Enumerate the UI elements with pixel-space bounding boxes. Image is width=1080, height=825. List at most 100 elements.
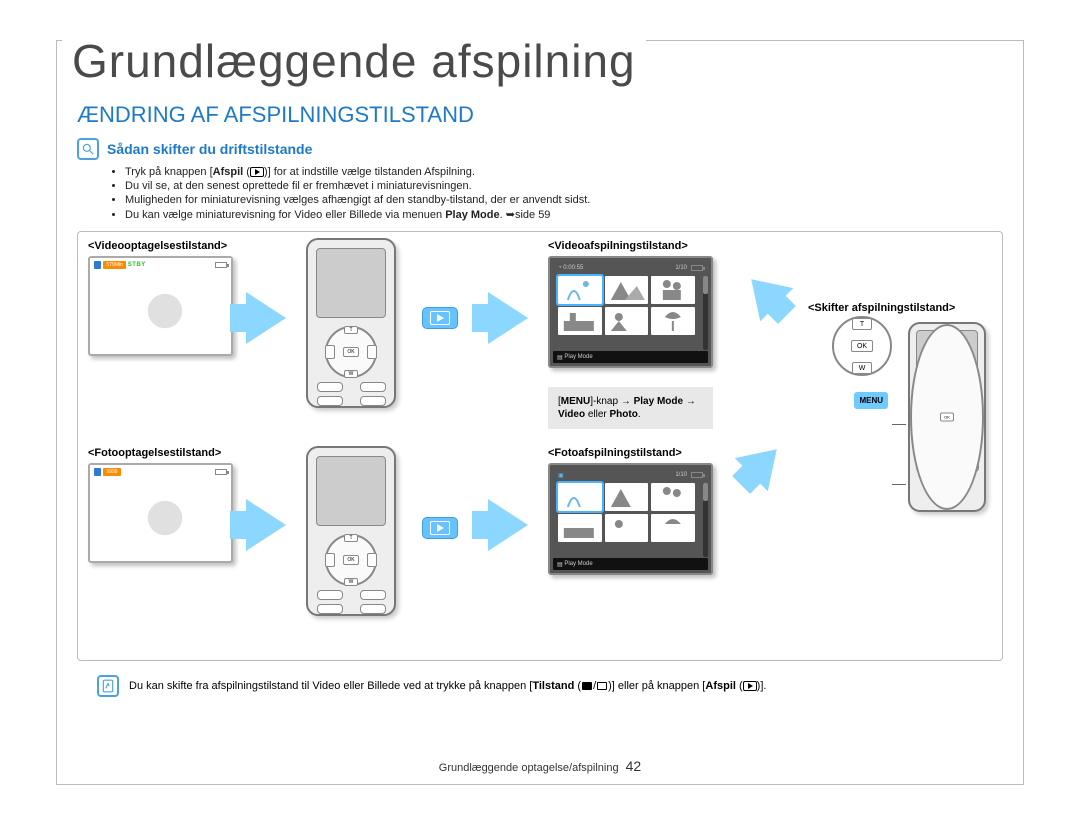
text: ( — [243, 166, 250, 178]
thumbnail — [651, 307, 695, 335]
thumbnail — [558, 276, 602, 304]
photo-mode-icon — [597, 682, 607, 690]
device-button — [360, 604, 386, 614]
menu-icon: ▤ — [557, 561, 563, 568]
video-rec-label: <Videooptagelsestilstand> — [88, 240, 233, 252]
thumbnail — [651, 276, 695, 304]
menu-note: [MENU]-knap Play Mode Video eller Photo. — [548, 387, 713, 429]
text: ( — [574, 680, 581, 692]
video-play-label: <Videoafspilningstilstand> — [548, 240, 713, 252]
footer-text: Grundlæggende optagelse/afspilning — [439, 762, 619, 774]
thumbnail — [651, 483, 695, 511]
thumbnail — [558, 514, 602, 542]
thumbnail — [605, 307, 649, 335]
magnify-icon — [77, 138, 99, 160]
text: )] eller på knappen [ — [608, 680, 705, 692]
text-bold: Tilstand — [532, 680, 574, 692]
device-screen — [316, 248, 386, 318]
arrow-right-icon — [246, 292, 286, 344]
device-illustration: T W OK — [306, 446, 396, 616]
leader-line — [892, 424, 906, 425]
list-item: Du kan vælge miniaturevisning for Video … — [125, 208, 1003, 221]
leader-line — [892, 484, 906, 485]
video-thumb-screen: ◔ 0:00:55 1/10 ▤ Play Mode — [548, 256, 713, 368]
device-button — [317, 590, 343, 600]
menu-icon: ▤ — [557, 354, 563, 361]
dpad-left — [325, 553, 335, 567]
text-bold: Play Mode — [445, 209, 499, 221]
device-button — [360, 396, 386, 406]
battery-icon — [691, 472, 703, 478]
page-indicator: 1/10 — [675, 472, 687, 478]
battery-icon — [691, 265, 703, 271]
dpad-ok-label: OK — [851, 340, 873, 352]
device-button — [317, 396, 343, 406]
dpad-down-label: W — [852, 362, 872, 374]
device-button — [317, 382, 343, 392]
dpad-callout: T OK W — [832, 316, 892, 376]
bottom-bar-text: Play Mode — [564, 561, 592, 567]
list-item: Muligheden for miniaturevisning vælges a… — [125, 194, 1003, 206]
dpad-up: T — [344, 534, 358, 542]
dpad-ok: OK — [343, 555, 359, 565]
foto-play-label: <Fotoafspilningstilstand> — [548, 447, 713, 459]
arrow-icon — [686, 395, 696, 408]
arrow-right-icon — [488, 499, 528, 551]
dpad: T W OK — [325, 326, 377, 378]
timestamp: 0:00:55 — [563, 265, 583, 271]
dpad-up: T — [344, 326, 358, 334]
thumbnail — [605, 276, 649, 304]
device-button — [317, 604, 343, 614]
device-button — [360, 382, 386, 392]
page-indicator: 1/10 — [675, 265, 687, 271]
text: )] for at indstille vælge tilstanden Afs… — [264, 166, 475, 178]
arrow-icon — [621, 395, 631, 408]
scrollbar — [703, 276, 708, 350]
dpad-ok: OK — [343, 347, 359, 357]
footnote: Du kan skifte fra afspilningstilstand ti… — [77, 675, 1003, 697]
clock-icon: ◔ — [558, 265, 562, 271]
text-bold: Photo — [610, 409, 638, 420]
text: )]. — [757, 680, 767, 692]
video-mode-icon — [582, 682, 592, 690]
text: Du kan skifte fra afspilningstilstand ti… — [129, 680, 532, 692]
bottom-bar-text: Play Mode — [564, 354, 592, 360]
photo-icon: ▣ — [558, 472, 564, 479]
arrow-up-icon — [735, 263, 794, 322]
thumbnail — [651, 514, 695, 542]
text: Du kan vælge miniaturevisning for Video … — [125, 209, 445, 221]
counter-badge: 9999 — [103, 468, 120, 476]
device-button — [360, 590, 386, 600]
arrow-up-icon — [735, 433, 794, 492]
text-bold: Afspil — [705, 680, 736, 692]
icon-badge — [94, 468, 101, 476]
note-icon — [97, 675, 119, 697]
page-number: 42 — [626, 758, 642, 774]
dpad-up-label: T — [852, 318, 872, 330]
page-footer: Grundlæggende optagelse/afspilning 42 — [57, 758, 1023, 774]
thumbnail — [605, 483, 649, 511]
dpad-down: W — [344, 578, 358, 586]
play-icon — [250, 167, 264, 177]
text: . — [638, 409, 641, 420]
silhouette-icon — [135, 488, 195, 548]
text: eller — [585, 409, 609, 420]
diagram-container: <Videooptagelsestilstand> 579Min STBY <F… — [77, 231, 1003, 661]
silhouette-icon — [135, 281, 195, 341]
foto-rec-screen: 9999 — [88, 463, 233, 563]
dpad-right — [367, 553, 377, 567]
page-title: Grundlæggende afspilning — [62, 34, 646, 88]
section-title: ÆNDRING AF AFSPILNINGSTILSTAND — [77, 102, 1003, 128]
device-illustration: T W OK — [306, 238, 396, 408]
text-bold: MENU — [561, 396, 590, 407]
dpad-left — [325, 345, 335, 359]
text: ]-knap — [590, 396, 621, 407]
thumbnail — [558, 307, 602, 335]
text: / — [593, 680, 596, 692]
foto-rec-label: <Fotooptagelsestilstand> — [88, 447, 233, 459]
text-bold: Afspil — [213, 166, 244, 178]
play-button-highlight — [422, 517, 458, 539]
foto-thumb-screen: ▣ 1/10 ▤ Play Mode — [548, 463, 713, 575]
arrow-right-icon — [488, 292, 528, 344]
subsection-title: Sådan skifter du driftstilstande — [107, 141, 312, 157]
